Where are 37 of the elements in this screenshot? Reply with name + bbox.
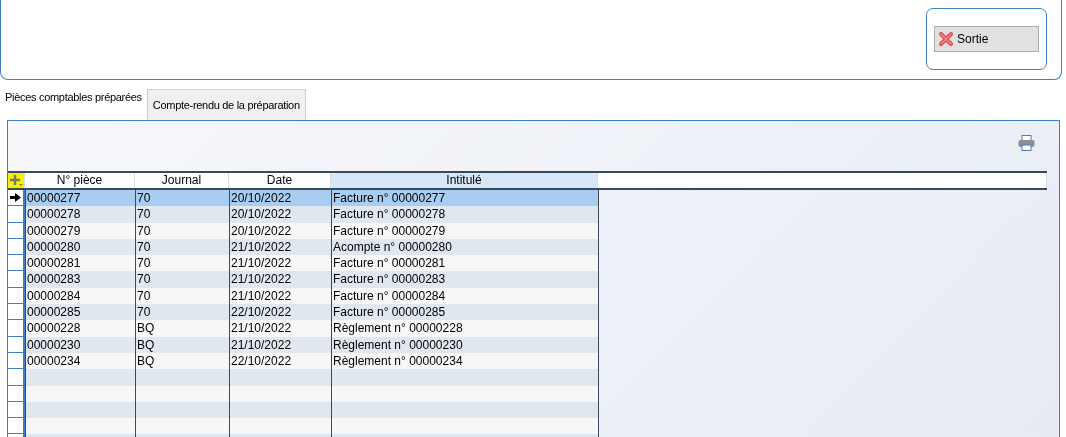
table-cell: 00000278 [25,206,135,223]
table-cell: 70 [135,190,229,207]
table-cell: 00000283 [25,271,135,288]
table-cell: Facture n° 00000283 [331,271,598,288]
table-row[interactable]: 00000283 70 21/10/2022 Facture n° 00000283 [8,271,1047,288]
table-cell: BQ [135,320,229,337]
table-cell: Facture n° 00000278 [331,206,598,223]
tab[interactable]: Compte-rendu de la préparation [146,89,306,120]
table-cell: 21/10/2022 [229,320,331,337]
table-row[interactable]: 00000279 70 20/10/2022 Facture n° 00000279 [8,222,1047,239]
table-cell: 20/10/2022 [229,190,331,207]
table-cell: 00000285 [25,304,135,321]
table-cell: 21/10/2022 [229,271,331,288]
table-cell: 70 [135,304,229,321]
table-cell: 22/10/2022 [229,304,331,321]
column-header[interactable]: Intitulé [331,173,598,188]
table-cell: 00000281 [25,255,135,272]
table-cell: 70 [135,206,229,223]
print-icon[interactable] [1018,135,1035,151]
table-cell: Facture n° 00000285 [331,304,598,321]
add-column-icon[interactable] [8,173,24,188]
row-indicator[interactable] [8,190,25,207]
table-cell: Facture n° 00000281 [331,255,598,272]
close-icon [938,31,954,47]
table-cell: 70 [135,271,229,288]
table-cell: 21/10/2022 [229,255,331,272]
table-cell: 00000228 [25,320,135,337]
table-row[interactable]: 00000278 70 20/10/2022 Facture n° 00000278 [8,206,1047,223]
table-cell: 00000277 [25,190,135,207]
arrow-icon [10,193,21,203]
table-row[interactable]: 00000230 BQ 21/10/2022 Règlement n° 00000230 [8,336,1047,353]
table-cell: 70 [135,255,229,272]
exit-button[interactable]: Sortie [934,26,1039,52]
table-cell: Règlement n° 00000228 [331,320,598,337]
table-cell: Facture n° 00000277 [331,190,598,207]
table-cell: 20/10/2022 [229,206,331,223]
table-row[interactable]: 00000228 BQ 21/10/2022 Règlement n° 00000228 [8,320,1047,337]
